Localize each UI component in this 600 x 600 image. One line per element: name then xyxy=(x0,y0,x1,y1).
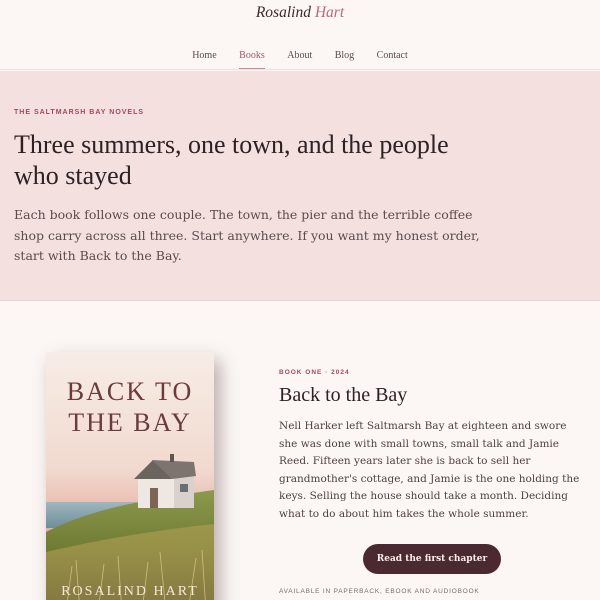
nav-home[interactable]: Home xyxy=(192,50,216,66)
book-description: Nell Harker left Saltmarsh Bay at eighte… xyxy=(279,420,580,520)
hero-eyebrow: THE SALTMARSH BAY NOVELS xyxy=(14,109,145,116)
cover-author: ROSALIND HART xyxy=(61,584,199,599)
site-brand[interactable]: Rosalind Hart xyxy=(0,4,600,22)
nav-contact[interactable]: Contact xyxy=(377,50,408,66)
availability-note: AVAILABLE IN PAPERBACK, EBOOK AND AUDIOB… xyxy=(279,588,480,595)
cover-title: BACK TO THE BAY xyxy=(66,377,194,437)
nav-about[interactable]: About xyxy=(287,50,312,66)
hero-title: Three summers, one town, and the people … xyxy=(14,130,449,190)
brand-last-name: Hart xyxy=(314,4,345,21)
site-header: Rosalind Hart Home Books About Blog Cont… xyxy=(0,0,600,70)
book-cover[interactable]: BACK TO THE BAY ROSALIND HART xyxy=(46,352,214,600)
brand-first-name: Rosalind xyxy=(255,4,311,21)
book-title: Back to the Bay xyxy=(279,384,408,406)
nav-blog[interactable]: Blog xyxy=(335,50,354,66)
book-eyebrow: BOOK ONE · 2024 xyxy=(279,369,350,376)
hero-section: THE SALTMARSH BAY NOVELS Three summers, … xyxy=(0,71,600,301)
nav-books[interactable]: Books xyxy=(239,50,265,69)
hero-description: Each book follows one couple. The town, … xyxy=(14,207,480,263)
main-nav: Home Books About Blog Contact xyxy=(0,50,600,69)
read-first-chapter-button[interactable]: Read the first chapter xyxy=(363,544,501,574)
book-section: BACK TO THE BAY ROSALIND HART BOOK ONE ·… xyxy=(0,302,600,600)
